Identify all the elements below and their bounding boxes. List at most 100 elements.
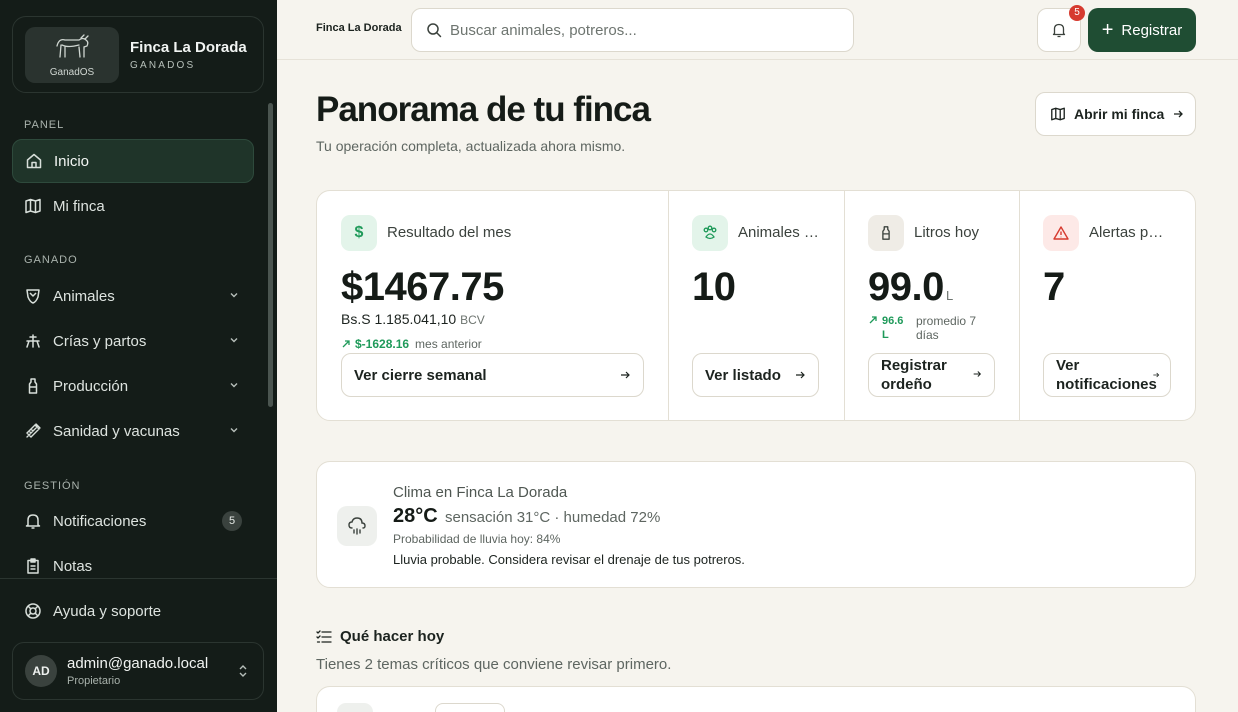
stat-value: 7 — [1043, 265, 1065, 309]
stats-panel: $ Resultado del mes $1467.75 Bs.S 1.185.… — [316, 190, 1196, 421]
arrow-right-icon — [1174, 110, 1184, 118]
sidebar-item-label: Notificaciones — [53, 512, 147, 530]
user-email: admin@ganado.local — [67, 655, 209, 672]
button-label: Ver cierre semanal — [354, 366, 487, 384]
bolivares-value: Bs.S 1.185.041,10 — [341, 311, 457, 327]
register-label: Registrar — [1121, 21, 1183, 39]
button-label: Registrar ordeño — [881, 357, 947, 393]
arrow-right-icon — [621, 371, 630, 379]
sidebar-item-notas[interactable]: Notas — [12, 544, 254, 578]
sidebar-item-sanidad[interactable]: Sanidad y vacunas — [12, 409, 254, 453]
weather-rain-probability: Probabilidad de lluvia hoy: 84% — [393, 532, 561, 546]
sidebar-item-notificaciones[interactable]: Notificaciones 5 — [12, 499, 254, 543]
weekly-close-button[interactable]: Ver cierre semanal — [341, 353, 644, 397]
trend-up-icon — [869, 316, 877, 324]
user-role: Propietario — [67, 675, 121, 687]
search-box[interactable] — [411, 8, 854, 52]
sidebar-nav: PANEL Inicio Mi finca GANADO Animales Cr… — [0, 100, 277, 578]
help-support-link[interactable]: Ayuda y soporte — [24, 602, 161, 620]
weather-advice: Lluvia probable. Considera revisar el dr… — [393, 552, 745, 567]
sidebar-item-mi-finca[interactable]: Mi finca — [12, 184, 254, 228]
chevron-down-icon[interactable] — [228, 424, 240, 436]
sidebar-item-produccion[interactable]: Producción — [12, 364, 254, 408]
stat-label: Resultado del mes — [387, 224, 512, 241]
sidebar-item-inicio[interactable]: Inicio — [12, 139, 254, 183]
today-heading: Qué hacer hoy — [316, 628, 444, 645]
register-milking-button[interactable]: Registrar ordeño — [868, 353, 995, 397]
stat-label: Litros hoy — [914, 224, 980, 241]
weather-card: Clima en Finca La Dorada 28°C sensación … — [316, 461, 1196, 588]
syringe-icon — [26, 423, 41, 438]
button-label: Ver listado — [705, 366, 781, 384]
avg-unit: L — [882, 329, 889, 341]
arrow-right-icon — [796, 371, 805, 379]
clipboard-icon — [27, 558, 39, 574]
stat-label: Alertas pendientes — [1089, 224, 1171, 241]
chevrons-up-down-icon — [239, 665, 247, 677]
breadcrumb[interactable]: Finca La Dorada — [316, 22, 402, 34]
notification-count-badge: 5 — [222, 511, 242, 531]
open-farm-button[interactable]: Abrir mi finca — [1035, 92, 1196, 136]
bell-icon — [1052, 23, 1066, 38]
sidebar-item-label: Crías y partos — [53, 332, 147, 350]
stat-label: Animales activos — [738, 224, 820, 241]
sidebar-item-animales[interactable]: Animales — [12, 274, 254, 318]
page-title: Panorama de tu finca — [316, 90, 651, 129]
view-notifications-button[interactable]: Ver notificaciones — [1043, 353, 1171, 397]
weather-feels-like: sensación 31°C · humedad 72% — [445, 509, 661, 526]
logo-text: GanadOS — [49, 66, 95, 78]
view-list-button[interactable]: Ver listado — [692, 353, 819, 397]
stat-value: 99.0 — [868, 265, 944, 309]
checklist-icon — [316, 629, 332, 643]
avg-note: promedio 7 días — [916, 314, 977, 342]
map-icon — [1051, 107, 1065, 121]
warning-icon — [1043, 215, 1079, 251]
stat-value: 10 — [692, 265, 736, 309]
paw-icon — [692, 215, 728, 251]
nav-section-gestion: GESTIÓN — [24, 480, 81, 492]
dollar-icon: $ — [341, 215, 377, 251]
arrow-right-icon — [1153, 372, 1160, 378]
sidebar-item-label: Mi finca — [53, 197, 105, 215]
cloud-rain-icon — [337, 506, 377, 546]
baby-icon — [26, 334, 40, 348]
map-icon — [25, 198, 41, 214]
notifications-button[interactable]: 5 — [1037, 5, 1085, 52]
help-label: Ayuda y soporte — [53, 602, 162, 620]
shield-icon — [26, 289, 40, 304]
brand-subtitle: GANADOS — [130, 59, 196, 71]
sidebar-divider — [0, 578, 277, 579]
stat-value: $1467.75 — [341, 265, 504, 309]
search-input[interactable] — [450, 21, 830, 39]
button-label: Ver notificaciones — [1056, 357, 1157, 393]
sidebar-item-crias-partos[interactable]: Crías y partos — [12, 319, 254, 363]
stat-result: $ Resultado del mes $1467.75 Bs.S 1.185.… — [317, 191, 668, 420]
bell-icon — [25, 514, 41, 529]
register-button[interactable]: + Registrar — [1088, 8, 1196, 52]
chevron-down-icon[interactable] — [228, 379, 240, 391]
chevron-down-icon[interactable] — [228, 334, 240, 346]
delta-value: $-1628.16 — [355, 337, 410, 351]
top-bar: Finca La Dorada 5 + Registrar — [277, 0, 1238, 60]
today-subtitle: Tienes 2 temas críticos que conviene rev… — [316, 656, 672, 673]
sidebar-scrollbar[interactable] — [268, 103, 273, 407]
avatar: AD — [25, 655, 57, 687]
stat-liters: Litros hoy 99.0 L 96.6 L promedio 7 días… — [844, 191, 1019, 420]
weather-title: Clima en Finca La Dorada — [393, 484, 568, 501]
avg-value: 96.6 — [882, 315, 904, 327]
user-menu[interactable]: AD admin@ganado.local Propietario — [12, 642, 264, 700]
bottle-icon — [28, 378, 38, 394]
bcv-label: BCV — [460, 313, 485, 327]
sidebar-item-label: Notas — [53, 557, 93, 575]
weather-temperature: 28°C — [393, 505, 438, 527]
sidebar: GanadOS Finca La Dorada GANADOS PANEL In… — [0, 0, 277, 712]
notification-badge: 5 — [1069, 5, 1085, 21]
task-card[interactable] — [316, 686, 1196, 712]
farm-name: Finca La Dorada — [130, 38, 247, 56]
brand-card[interactable]: GanadOS Finca La Dorada GANADOS — [12, 16, 264, 93]
lifebuoy-icon — [25, 603, 41, 619]
chevron-down-icon[interactable] — [228, 289, 240, 301]
cow-logo-icon — [56, 33, 89, 58]
nav-section-ganado: GANADO — [24, 254, 78, 266]
stat-alerts: Alertas pendientes 7 Ver notificaciones — [1019, 191, 1195, 420]
